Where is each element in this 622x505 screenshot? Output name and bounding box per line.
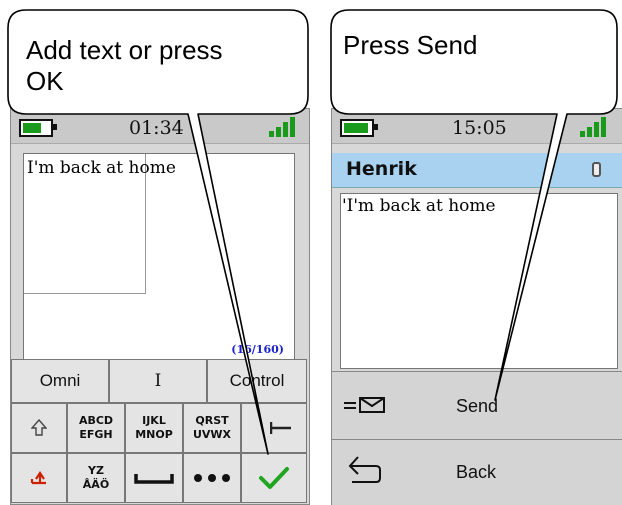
right-callout-line1: Press Send: [343, 30, 478, 60]
left-callout-line1: Add text or press: [26, 35, 223, 65]
right-callout-text: Press Send: [343, 30, 477, 61]
right-callout-bubble: [330, 9, 618, 401]
left-callout-line2: OK: [26, 66, 64, 96]
left-callout-text: Add text or press OK: [26, 35, 223, 97]
